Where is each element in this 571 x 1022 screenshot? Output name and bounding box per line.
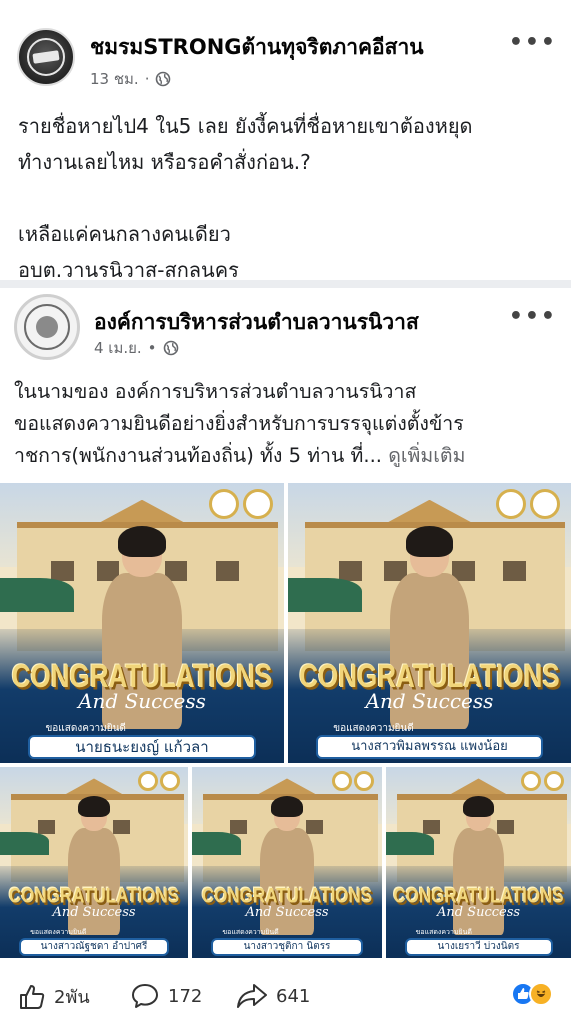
recipient-name: นางสาวณัฐชดา อำปาศรี [18,938,170,956]
globe-icon [156,71,171,87]
photo-4[interactable]: CONGRATULATIONS And Success ขอแสดงความยิ… [192,767,382,958]
post-meta: 13 ชม. · [90,67,171,91]
logo-badges [187,488,273,519]
shared-post-meta: 4 เม.ย. • [94,336,179,360]
shared-line: ในนามของ องค์การบริหารส่วนตำบลวานรนิวาส [14,380,417,403]
action-bar: 2พัน 172 641 [0,968,571,1022]
shared-post-timestamp[interactable]: 4 เม.ย. [94,336,142,360]
reaction-summary[interactable] [511,982,553,1006]
photo-1[interactable]: CONGRATULATIONS And Success ขอแสดงความยิ… [0,483,284,763]
like-count: 2พัน [54,987,90,1008]
shared-line: าชการ(พนักงานส่วนท้องถิ่น) ทั้ง 5 ท่าน ท… [14,440,562,472]
photo-2[interactable]: CONGRATULATIONS And Success ขอแสดงความยิ… [288,483,571,763]
meta-separator: • [147,339,157,357]
post-body: รายชื่อหายไป4 ใน5 เลย ยังงี้คนที่ชื่อหาย… [18,108,563,288]
comment-icon [132,984,158,1008]
name-caption: ขอแสดงความยินดี [333,723,414,734]
recipient-name: นางสาวพิมลพรรณ แพงน้อย [316,735,543,759]
comment-button[interactable]: 172 [130,982,202,1010]
post-line: รายชื่อหายไป4 ใน5 เลย ยังงี้คนที่ชื่อหาย… [18,114,473,138]
name-caption: ขอแสดงความยินดี [222,928,279,936]
shared-post-divider [0,280,571,288]
logo-badges [317,770,375,791]
shared-post-body: ในนามของ องค์การบริหารส่วนตำบลวานรนิวาส … [14,376,562,472]
logo-badges [508,770,564,791]
share-button[interactable]: 641 [236,982,310,1010]
see-more-link[interactable]: ดูเพิ่มเติม [388,444,465,467]
haha-reaction-icon [529,982,553,1006]
logo-badges [124,770,181,791]
page-avatar[interactable] [17,28,75,86]
page-name-link[interactable]: ชมรมSTRONGต้านทุจริตภาคอีสาน [90,31,424,64]
shared-line-text: าชการ(พนักงานส่วนท้องถิ่น) ทั้ง 5 ท่าน ท… [14,444,382,467]
meta-separator: · [144,70,150,88]
post-header: ชมรมSTRONGต้านทุจริตภาคอีสาน 13 ชม. · ••… [0,0,571,100]
post-line: เหลือแค่คนกลางคนเดียว [18,222,231,246]
name-caption: ขอแสดงความยินดี [415,928,472,936]
logo-badges [475,488,560,519]
shared-line: ขอแสดงความยินดีอย่างยิ่งสำหรับการบรรจุแต… [14,412,464,435]
post-more-button[interactable]: ••• [509,30,557,55]
recipient-name: นางสาวชุติกา นิตรร [211,938,363,956]
post-timestamp[interactable]: 13 ชม. [90,67,139,91]
name-caption: ขอแสดงความยินดี [45,723,126,734]
photo-3[interactable]: CONGRATULATIONS And Success ขอแสดงความยิ… [0,767,188,958]
thumbs-up-icon [20,984,45,1009]
name-caption: ขอแสดงความยินดี [30,928,87,936]
photo-5[interactable]: CONGRATULATIONS And Success ขอแสดงความยิ… [386,767,571,958]
success-text: And Success [52,905,136,920]
success-text: And Success [78,689,206,713]
share-icon [237,984,267,1008]
recipient-name: นางเยราวี บ่วงนิตร [404,938,553,956]
success-text: And Success [436,905,521,920]
success-text: And Success [245,905,329,920]
org-avatar[interactable] [14,294,80,360]
shared-post-more-button[interactable]: ••• [509,304,557,329]
comment-count: 172 [168,985,203,1007]
globe-icon [163,340,178,356]
share-count: 641 [276,985,311,1007]
like-button[interactable]: 2พัน [18,982,90,1011]
post-line: ทำงานเลยไหม หรือรอคำสั่งก่อน.? [18,150,311,174]
success-text: And Success [365,689,494,713]
recipient-name: นายธนะยงญ์ แก้วลา [28,735,256,759]
strong-logo-icon [27,38,65,76]
post-line-blank [18,180,563,216]
shared-author-link[interactable]: องค์การบริหารส่วนตำบลวานรนิวาส [94,306,419,339]
